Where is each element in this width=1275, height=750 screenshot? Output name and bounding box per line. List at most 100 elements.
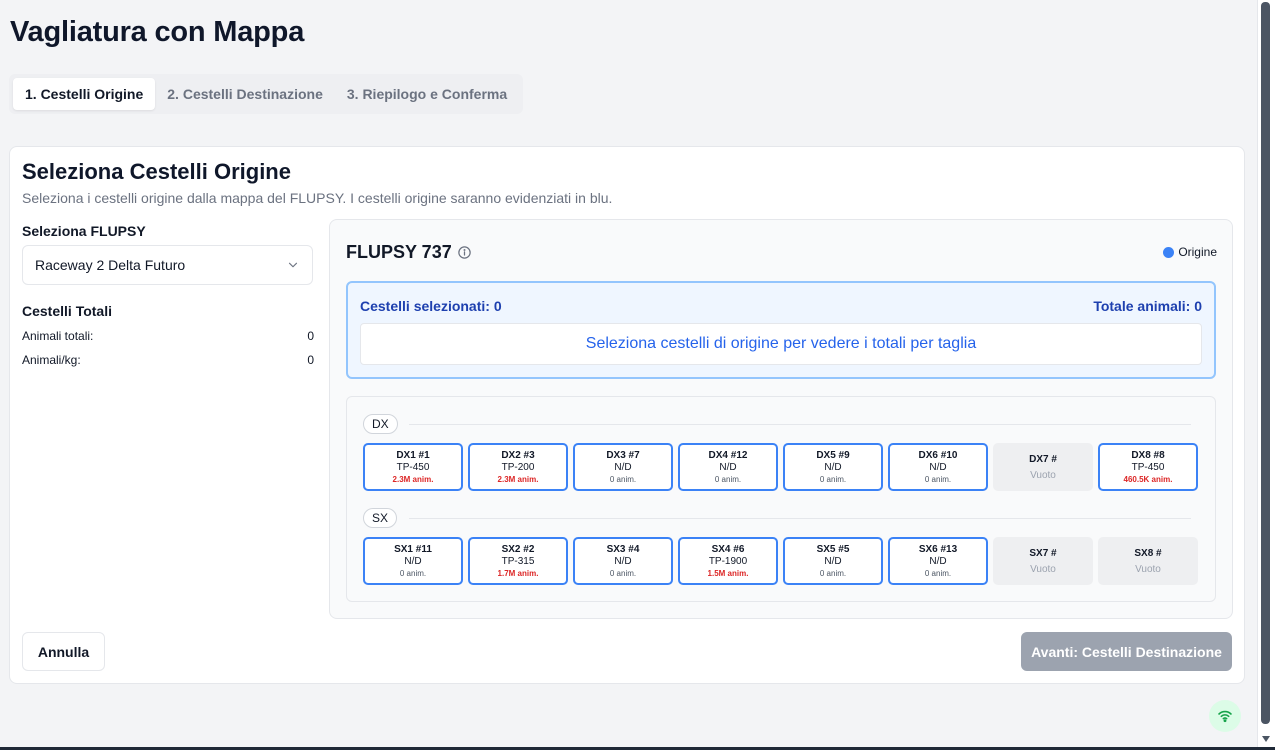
- basket-name: SX3 #4: [606, 543, 640, 555]
- wifi-icon[interactable]: [1209, 700, 1241, 732]
- basket-empty-label: Vuoto: [1030, 563, 1056, 575]
- basket-animals: 0 anim.: [924, 568, 952, 578]
- basket-animals: 0 anim.: [399, 568, 427, 578]
- row-divider: [409, 518, 1191, 519]
- flupsy-name: FLUPSY 737: [346, 242, 452, 262]
- basket-animals: 0 anim.: [714, 474, 742, 484]
- basket-name: SX5 #5: [816, 543, 850, 555]
- totals-title: Cestelli Totali: [22, 303, 112, 319]
- basket-animals: 0 anim.: [609, 474, 637, 484]
- basket-sx8[interactable]: SX8 # Vuoto: [1098, 537, 1198, 585]
- basket-size: TP-1900: [708, 555, 748, 567]
- row-label-sx: SX: [363, 508, 398, 528]
- basket-animals: 0 anim.: [609, 568, 637, 578]
- basket-size: TP-450: [1131, 461, 1165, 473]
- basket-sx6[interactable]: SX6 #13 N/D 0 anim.: [888, 537, 988, 585]
- basket-sx1[interactable]: SX1 #11 N/D 0 anim.: [363, 537, 463, 585]
- card-title: Seleziona Cestelli Origine: [22, 159, 291, 184]
- origin-selection-card: Seleziona Cestelli Origine Seleziona i c…: [9, 146, 1245, 684]
- basket-size: TP-315: [501, 555, 535, 567]
- total-animals: Totale animali: 0: [1093, 298, 1202, 314]
- basket-sx5[interactable]: SX5 #5 N/D 0 anim.: [783, 537, 883, 585]
- tab-cestelli-origine[interactable]: 1. Cestelli Origine: [13, 78, 156, 110]
- basket-animals: 2.3M anim.: [497, 474, 539, 484]
- basket-name: DX5 #9: [816, 449, 850, 461]
- tab-list: 1. Cestelli Origine 2. Cestelli Destinaz…: [9, 74, 524, 114]
- basket-dx2[interactable]: DX2 #3 TP-200 2.3M anim.: [468, 443, 568, 491]
- basket-name: DX2 #3: [501, 449, 535, 461]
- basket-dx5[interactable]: DX5 #9 N/D 0 anim.: [783, 443, 883, 491]
- legend: Origine: [1163, 245, 1217, 259]
- basket-dx6[interactable]: DX6 #10 N/D 0 anim.: [888, 443, 988, 491]
- basket-name: SX6 #13: [918, 543, 958, 555]
- basket-name: DX3 #7: [606, 449, 640, 461]
- basket-name: SX8 #: [1134, 547, 1162, 559]
- basket-size: TP-200: [501, 461, 535, 473]
- basket-dx4[interactable]: DX4 #12 N/D 0 anim.: [678, 443, 778, 491]
- selection-summary: Cestelli selezionati: 0 Totale animali: …: [346, 281, 1216, 379]
- next-button[interactable]: Avanti: Cestelli Destinazione: [1021, 632, 1232, 671]
- stat-animali-totali-label: Animali totali:: [22, 329, 94, 343]
- info-icon[interactable]: [457, 245, 472, 260]
- selected-count: Cestelli selezionati: 0: [360, 298, 502, 314]
- basket-animals: 0 anim.: [819, 474, 847, 484]
- basket-animals: 460.5K anim.: [1123, 474, 1173, 484]
- basket-size: N/D: [824, 461, 842, 473]
- basket-dx7[interactable]: DX7 # Vuoto: [993, 443, 1093, 491]
- row-divider: [409, 424, 1191, 425]
- flupsy-select-value: Raceway 2 Delta Futuro: [35, 257, 186, 273]
- card-description: Seleziona i cestelli origine dalla mappa…: [22, 190, 613, 206]
- basket-sx7[interactable]: SX7 # Vuoto: [993, 537, 1093, 585]
- basket-empty-label: Vuoto: [1135, 563, 1161, 575]
- flupsy-heading: FLUPSY 737: [346, 242, 472, 263]
- basket-name: DX4 #12: [708, 449, 748, 461]
- basket-empty-label: Vuoto: [1030, 469, 1056, 481]
- basket-name: DX1 #1: [396, 449, 430, 461]
- flupsy-select-label: Seleziona FLUPSY: [22, 223, 146, 239]
- basket-size: N/D: [824, 555, 842, 567]
- tab-riepilogo-conferma[interactable]: 3. Riepilogo e Conferma: [335, 78, 519, 110]
- basket-size: N/D: [719, 461, 737, 473]
- basket-dx1[interactable]: DX1 #1 TP-450 2.3M anim.: [363, 443, 463, 491]
- row-label-dx: DX: [363, 414, 398, 434]
- page-title: Vagliatura con Mappa: [10, 16, 305, 48]
- page: Vagliatura con Mappa 1. Cestelli Origine…: [0, 0, 1257, 750]
- basket-dx8[interactable]: DX8 #8 TP-450 460.5K anim.: [1098, 443, 1198, 491]
- tab-cestelli-destinazione[interactable]: 2. Cestelli Destinazione: [155, 78, 335, 110]
- basket-animals: 0 anim.: [819, 568, 847, 578]
- scrollbar-thumb[interactable]: [1261, 2, 1270, 724]
- basket-name: SX2 #2: [501, 543, 535, 555]
- basket-size: N/D: [929, 461, 947, 473]
- basket-size: N/D: [614, 461, 632, 473]
- stat-animali-kg-label: Animali/kg:: [22, 353, 81, 367]
- basket-sx2[interactable]: SX2 #2 TP-315 1.7M anim.: [468, 537, 568, 585]
- basket-dx3[interactable]: DX3 #7 N/D 0 anim.: [573, 443, 673, 491]
- legend-origin-dot: [1163, 246, 1175, 258]
- basket-size: TP-450: [396, 461, 430, 473]
- basket-size: N/D: [404, 555, 422, 567]
- basket-sx3[interactable]: SX3 #4 N/D 0 anim.: [573, 537, 673, 585]
- basket-sx4[interactable]: SX4 #6 TP-1900 1.5M anim.: [678, 537, 778, 585]
- basket-name: DX7 #: [1029, 453, 1057, 465]
- basket-name: SX4 #6: [711, 543, 745, 555]
- flupsy-map-panel: FLUPSY 737 Origine Cestelli selezionati:…: [329, 219, 1233, 619]
- basket-animals: 1.5M anim.: [707, 568, 749, 578]
- basket-size: N/D: [929, 555, 947, 567]
- basket-name: SX1 #11: [394, 543, 432, 555]
- basket-animals: 2.3M anim.: [392, 474, 434, 484]
- left-panel: Seleziona FLUPSY Raceway 2 Delta Futuro …: [22, 223, 314, 367]
- basket-animals: 1.7M anim.: [497, 568, 539, 578]
- scroll-down-icon[interactable]: [1262, 736, 1270, 742]
- page-scrollbar[interactable]: [1257, 0, 1275, 750]
- stat-animali-totali: Animali totali: 0: [22, 329, 314, 343]
- chevron-down-icon: [288, 262, 298, 268]
- selection-hint: Seleziona cestelli di origine per vedere…: [360, 323, 1202, 365]
- basket-name: DX6 #10: [918, 449, 958, 461]
- basket-name: DX8 #8: [1131, 449, 1165, 461]
- stat-animali-totali-value: 0: [307, 329, 314, 343]
- basket-size: N/D: [614, 555, 632, 567]
- cancel-button[interactable]: Annulla: [22, 632, 105, 671]
- stat-animali-kg: Animali/kg: 0: [22, 353, 314, 367]
- flupsy-select[interactable]: Raceway 2 Delta Futuro: [22, 245, 313, 285]
- basket-animals: 0 anim.: [924, 474, 952, 484]
